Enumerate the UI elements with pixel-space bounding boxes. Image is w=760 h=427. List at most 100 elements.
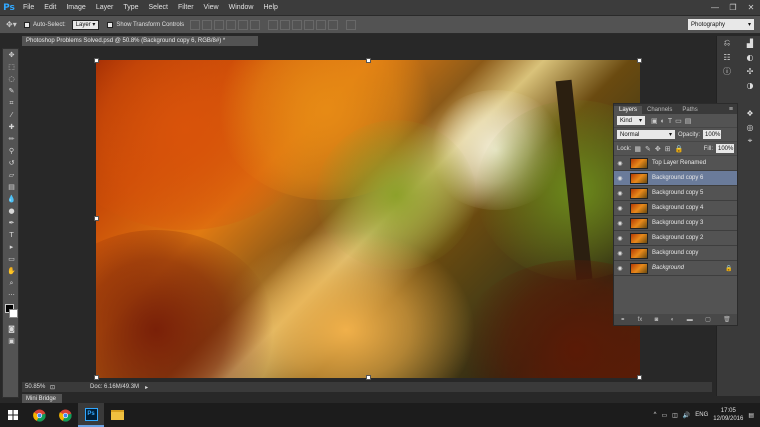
chrome-taskbar-button[interactable] xyxy=(26,403,52,427)
quick-mask-icon[interactable]: ◙ xyxy=(3,323,20,335)
notifications-icon[interactable]: ▤ xyxy=(748,412,754,419)
document-tab[interactable]: Photoshop Problems Solved.psd @ 50.8% (B… xyxy=(22,36,258,46)
path-select-icon[interactable]: ▸ xyxy=(3,241,20,253)
layer-style-icon[interactable]: fx xyxy=(638,317,643,323)
align-right-icon[interactable] xyxy=(250,19,261,30)
new-group-icon[interactable]: ▬ xyxy=(687,317,693,323)
layer-row[interactable]: ◉ Top Layer Renamed xyxy=(614,156,737,171)
language-indicator[interactable]: ENG xyxy=(695,412,708,418)
show-hidden-icons[interactable]: ^ xyxy=(654,412,657,418)
channels-panel-icon[interactable]: ◎ xyxy=(740,120,760,134)
color-panel-icon[interactable]: ◑ xyxy=(740,78,760,92)
pen-tool-icon[interactable]: ✒ xyxy=(3,217,20,229)
tab-paths[interactable]: Paths xyxy=(677,106,702,114)
eraser-tool-icon[interactable]: ▱ xyxy=(3,169,20,181)
link-layers-icon[interactable]: ⚭ xyxy=(620,316,625,323)
eye-icon[interactable]: ◉ xyxy=(614,205,626,212)
photoshop-taskbar-button[interactable]: Ps xyxy=(78,403,104,427)
filter-icons[interactable]: ▣◐T▭▤ xyxy=(651,117,694,125)
eye-icon[interactable]: ◉ xyxy=(614,250,626,257)
filter-kind-dropdown[interactable]: Kind ▾ xyxy=(617,116,645,125)
color-swatches[interactable] xyxy=(3,301,18,323)
brush-tool-icon[interactable]: ✏ xyxy=(3,133,20,145)
auto-align-icon[interactable] xyxy=(346,19,357,30)
network-icon[interactable]: ◫ xyxy=(672,412,678,419)
canvas-image[interactable] xyxy=(96,60,640,378)
edit-toolbar-icon[interactable]: ··· xyxy=(3,289,20,301)
transform-handle-l[interactable] xyxy=(94,216,99,221)
menu-select[interactable]: Select xyxy=(144,4,173,11)
menu-window[interactable]: Window xyxy=(224,4,259,11)
histogram-icon[interactable]: ▟ xyxy=(740,36,760,50)
layers-panel-icon[interactable]: ❖ xyxy=(740,106,760,120)
menu-edit[interactable]: Edit xyxy=(39,4,61,11)
transform-handle-t[interactable] xyxy=(366,58,371,63)
distribute-bottom-icon[interactable] xyxy=(292,19,303,30)
layer-row[interactable]: ◉ Background copy 4 xyxy=(614,201,737,216)
gradient-tool-icon[interactable]: ▤ xyxy=(3,181,20,193)
transform-handle-b[interactable] xyxy=(366,375,371,380)
menu-layer[interactable]: Layer xyxy=(91,4,119,11)
menu-image[interactable]: Image xyxy=(61,4,90,11)
file-explorer-taskbar-button[interactable] xyxy=(104,403,130,427)
transform-handle-bl[interactable] xyxy=(94,375,99,380)
blur-tool-icon[interactable]: 💧 xyxy=(3,193,20,205)
status-menu-icon[interactable]: ⊡ xyxy=(50,384,55,391)
menu-file[interactable]: File xyxy=(18,4,39,11)
shape-tool-icon[interactable]: ▭ xyxy=(3,253,20,265)
screen-mode-icon[interactable]: ▣ xyxy=(3,335,20,347)
navigator-icon[interactable]: ✣ xyxy=(740,64,760,78)
history-panel-icon[interactable]: ⎌ xyxy=(717,36,737,50)
layer-row[interactable]: ◉ Background copy 5 xyxy=(614,186,737,201)
auto-select-dropdown[interactable]: Layer ▾ xyxy=(71,19,100,30)
background-color[interactable] xyxy=(9,309,18,318)
volume-icon[interactable]: 🔊 xyxy=(683,412,690,419)
delete-layer-icon[interactable]: 🗑 xyxy=(723,316,731,323)
eye-icon[interactable]: ◉ xyxy=(614,235,626,242)
align-bottom-icon[interactable] xyxy=(214,19,225,30)
marquee-tool-icon[interactable]: ⬚ xyxy=(3,61,20,73)
battery-icon[interactable]: ▭ xyxy=(661,412,667,419)
adjustments-icon[interactable]: ◐ xyxy=(740,50,760,64)
auto-select-checkbox[interactable] xyxy=(24,21,30,28)
menu-view[interactable]: View xyxy=(199,4,224,11)
hand-tool-icon[interactable]: ✋ xyxy=(3,265,20,277)
eye-icon[interactable]: ◉ xyxy=(614,190,626,197)
dodge-tool-icon[interactable]: ● xyxy=(3,205,20,217)
clone-stamp-icon[interactable]: ⚲ xyxy=(3,145,20,157)
adjustment-layer-icon[interactable]: ◐ xyxy=(671,317,675,323)
show-transform-checkbox[interactable] xyxy=(107,21,114,28)
move-tool-icon[interactable]: ✥ xyxy=(3,49,20,61)
distribute-center-icon[interactable] xyxy=(316,19,327,30)
blend-mode-dropdown[interactable]: Normal ▾ xyxy=(617,130,675,139)
menu-type[interactable]: Type xyxy=(118,4,143,11)
eye-icon[interactable]: ◉ xyxy=(614,160,626,167)
chrome-taskbar-button-2[interactable] xyxy=(52,403,78,427)
crop-tool-icon[interactable]: ⌗ xyxy=(3,97,20,109)
opacity-field[interactable]: 100% xyxy=(703,130,722,139)
status-arrow-icon[interactable]: ▸ xyxy=(145,384,148,391)
layer-row[interactable]: ◉ Background copy 2 xyxy=(614,231,737,246)
distribute-middle-icon[interactable] xyxy=(280,19,291,30)
eye-icon[interactable]: ◉ xyxy=(614,220,626,227)
quick-select-tool-icon[interactable]: ✎ xyxy=(3,85,20,97)
layer-row[interactable]: ◉ Background copy 3 xyxy=(614,216,737,231)
layer-row[interactable]: ◉ Background copy 6 xyxy=(614,171,737,186)
info-panel-icon[interactable]: ⓘ xyxy=(717,64,737,78)
align-middle-icon[interactable] xyxy=(202,19,213,30)
mini-bridge-tab[interactable]: Mini Bridge xyxy=(22,394,62,403)
workspace-dropdown[interactable]: Photography ▾ xyxy=(688,19,754,30)
clock[interactable]: 17:05 12/09/2016 xyxy=(713,407,743,423)
paths-panel-icon[interactable]: ⌖ xyxy=(740,134,760,148)
transform-handle-tr[interactable] xyxy=(637,58,642,63)
add-mask-icon[interactable]: ◙ xyxy=(655,317,659,323)
start-button[interactable] xyxy=(0,403,26,427)
eye-icon[interactable]: ◉ xyxy=(614,265,626,272)
new-layer-icon[interactable]: ▢ xyxy=(705,316,711,323)
restore-button[interactable]: ❐ xyxy=(724,0,742,15)
move-tool-preset-icon[interactable]: ✥▾ xyxy=(6,18,24,31)
distribute-right-icon[interactable] xyxy=(328,19,339,30)
fill-field[interactable]: 100% xyxy=(716,144,734,153)
lock-icons[interactable]: ▦✎✥⊞🔒 xyxy=(634,145,687,153)
healing-brush-icon[interactable]: ✚ xyxy=(3,121,20,133)
